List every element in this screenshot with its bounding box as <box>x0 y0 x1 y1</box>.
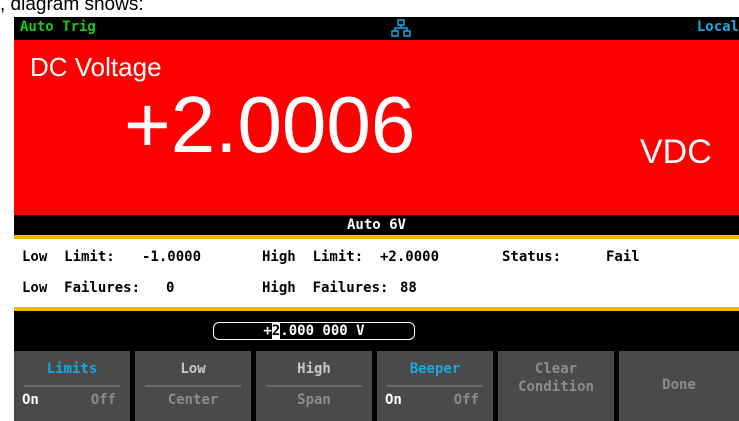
softkey-label: Beeper <box>409 361 461 377</box>
limits-softkey[interactable]: Limits On Off <box>14 351 130 421</box>
softkey-sublabel: Center <box>167 392 219 408</box>
status-label: Status: <box>502 249 562 265</box>
network-icon <box>391 19 411 37</box>
softkey-label: High <box>297 361 331 377</box>
softkey-divider <box>387 385 483 387</box>
toggle-on: On <box>22 392 39 408</box>
softkey-divider <box>266 385 362 387</box>
toggle-on: On <box>385 392 402 408</box>
beeper-softkey[interactable]: Beeper On Off <box>377 351 493 421</box>
low-failures-label: Low Failures: <box>22 280 141 296</box>
entry-prefix: + <box>263 323 272 339</box>
instrument-screen: Auto Trig Local DC Voltage +2.0006 VDC A… <box>14 17 739 421</box>
softkey-bar: Limits On Off Low Center High Span Beepe… <box>14 351 739 421</box>
high-failures-label: High Failures: <box>262 280 389 296</box>
softkey-label: Low <box>180 361 206 377</box>
remote-status: Local <box>696 19 739 35</box>
toggle-off: Off <box>90 392 116 408</box>
toggle-off: Off <box>453 392 479 408</box>
value-entry-field[interactable]: +2.000 000 V <box>213 322 415 340</box>
softkey-divider <box>24 385 120 387</box>
reading-unit: VDC <box>640 133 712 171</box>
low-failures-value: 0 <box>166 280 175 296</box>
status-value: Fail <box>606 249 640 265</box>
done-softkey[interactable]: Done <box>619 351 739 421</box>
clear-condition-softkey[interactable]: Clear Condition <box>498 351 614 421</box>
high-failures-value: 88 <box>400 280 417 296</box>
softkey-sublabel: Condition <box>518 379 594 395</box>
measurement-panel: DC Voltage +2.0006 VDC <box>14 40 739 215</box>
softkey-sublabel: Span <box>297 392 331 408</box>
high-limit-value: +2.0000 <box>380 249 440 265</box>
low-center-softkey[interactable]: Low Center <box>135 351 251 421</box>
high-limit-label: High Limit: <box>262 249 364 265</box>
status-bar: Auto Trig Local <box>14 17 739 40</box>
high-span-softkey[interactable]: High Span <box>256 351 372 421</box>
caption-text: , diagram shows: <box>0 0 144 15</box>
softkey-label: Done <box>662 377 696 393</box>
trigger-mode: Auto Trig <box>20 19 96 35</box>
softkey-label: Limits <box>46 361 98 377</box>
entry-rest: .000 000 V <box>280 323 365 339</box>
range-indicator: Auto 6V <box>346 217 406 233</box>
limits-panel: Low Limit: -1.0000 High Limit: +2.0000 S… <box>14 235 739 311</box>
low-limit-label: Low Limit: <box>22 249 115 265</box>
main-reading: +2.0006 <box>124 80 416 169</box>
softkey-divider <box>145 385 241 387</box>
low-limit-value: -1.0000 <box>142 249 202 265</box>
softkey-label: Clear <box>534 361 578 377</box>
